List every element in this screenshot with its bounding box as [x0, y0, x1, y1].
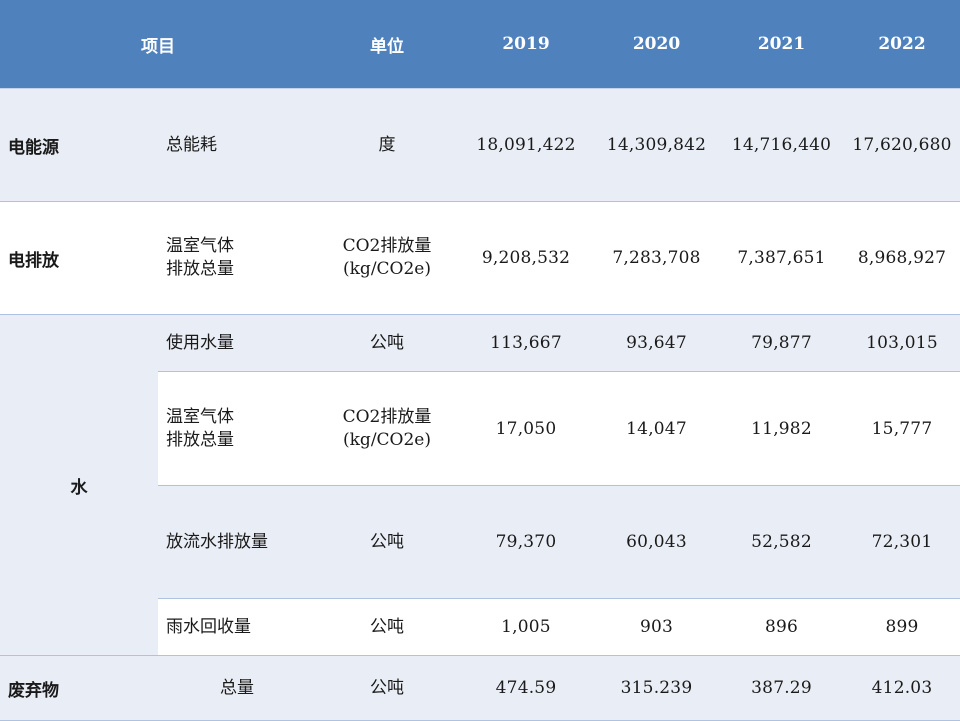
unit-line: (kg/CO2e) [343, 429, 431, 450]
value-cell-2021: 11,982 [719, 371, 844, 486]
header-year-2021: 2021 [719, 0, 844, 89]
value-cell-2021: 14,716,440 [719, 88, 844, 202]
item-name-line: 排放总量 [166, 259, 234, 279]
header-row: 项目 单位 2019 2020 2021 2022 [0, 0, 960, 89]
category-cell: 电能源 [0, 88, 158, 202]
value-cell-2022: 412.03 [844, 655, 960, 721]
value-cell-2022: 72,301 [844, 485, 960, 599]
value-cell-2022: 8,968,927 [844, 201, 960, 315]
unit-cell: 公吨 [316, 598, 458, 656]
value-cell-2021: 52,582 [719, 485, 844, 599]
category-cell: 水 [0, 314, 158, 656]
value-cell-2022: 17,620,680 [844, 88, 960, 202]
value-cell-2021: 79,877 [719, 314, 844, 372]
value-cell-2019: 9,208,532 [458, 201, 594, 315]
value-cell-2019: 113,667 [458, 314, 594, 372]
value-cell-2019: 17,050 [458, 371, 594, 486]
header-item: 项目 [0, 0, 316, 89]
item-name-line: 排放总量 [166, 429, 234, 450]
value-cell-2021: 387.29 [719, 655, 844, 721]
table-row: 水 使用水量 公吨 113,667 93,647 79,877 103,015 [0, 314, 960, 656]
value-cell-2019: 1,005 [458, 598, 594, 656]
value-cell-2021: 896 [719, 598, 844, 656]
value-cell-2020: 903 [594, 598, 719, 656]
unit-cell: 公吨 [316, 314, 458, 372]
table-row: 电能源 总能耗 度 18,091,422 14,309,842 14,716,4… [0, 88, 960, 202]
unit-cell: CO2排放量 (kg/CO2e) [316, 371, 458, 486]
value-cell-2020: 14,047 [594, 371, 719, 486]
value-cell-2019: 18,091,422 [458, 88, 594, 202]
item-name-cell: 总量 [158, 655, 316, 721]
value-cell-2019: 474.59 [458, 655, 594, 721]
value-cell-2021: 7,387,651 [719, 201, 844, 315]
item-name-cell: 放流水排放量 [158, 485, 316, 599]
header-year-2019: 2019 [458, 0, 594, 89]
unit-cell: 度 [316, 88, 458, 202]
item-name-line: 温室气体 [166, 406, 234, 427]
value-cell-2020: 93,647 [594, 314, 719, 372]
item-name-cell: 温室气体 排放总量 [158, 201, 316, 315]
environmental-data-table: 项目 单位 2019 2020 2021 2022 电能源 总能耗 度 18,0… [0, 0, 960, 721]
item-name-line: 温室气体 [166, 236, 234, 256]
unit-cell: CO2排放量 (kg/CO2e) [316, 201, 458, 315]
category-cell: 电排放 [0, 201, 158, 315]
header-unit: 单位 [316, 0, 458, 89]
value-cell-2020: 60,043 [594, 485, 719, 599]
unit-line: CO2排放量 [342, 406, 432, 427]
unit-cell: 公吨 [316, 485, 458, 599]
table-row: 电排放 温室气体 排放总量 CO2排放量 (kg/CO2e) 9,208,532… [0, 201, 960, 315]
unit-line: CO2排放量 [342, 236, 432, 256]
header-year-2020: 2020 [594, 0, 719, 89]
item-name-cell: 雨水回收量 [158, 598, 316, 656]
category-cell: 废弃物 [0, 655, 158, 721]
value-cell-2022: 15,777 [844, 371, 960, 486]
item-name-cell: 温室气体 排放总量 [158, 371, 316, 486]
value-cell-2019: 79,370 [458, 485, 594, 599]
header-year-2022: 2022 [844, 0, 960, 89]
value-cell-2022: 103,015 [844, 314, 960, 372]
item-name-cell: 总能耗 [158, 88, 316, 202]
value-cell-2020: 315.239 [594, 655, 719, 721]
item-name-cell: 使用水量 [158, 314, 316, 372]
value-cell-2020: 7,283,708 [594, 201, 719, 315]
value-cell-2022: 899 [844, 598, 960, 656]
table-row: 废弃物 总量 公吨 474.59 315.239 387.29 412.03 [0, 655, 960, 721]
unit-cell: 公吨 [316, 655, 458, 721]
unit-line: (kg/CO2e) [343, 259, 431, 279]
value-cell-2020: 14,309,842 [594, 88, 719, 202]
